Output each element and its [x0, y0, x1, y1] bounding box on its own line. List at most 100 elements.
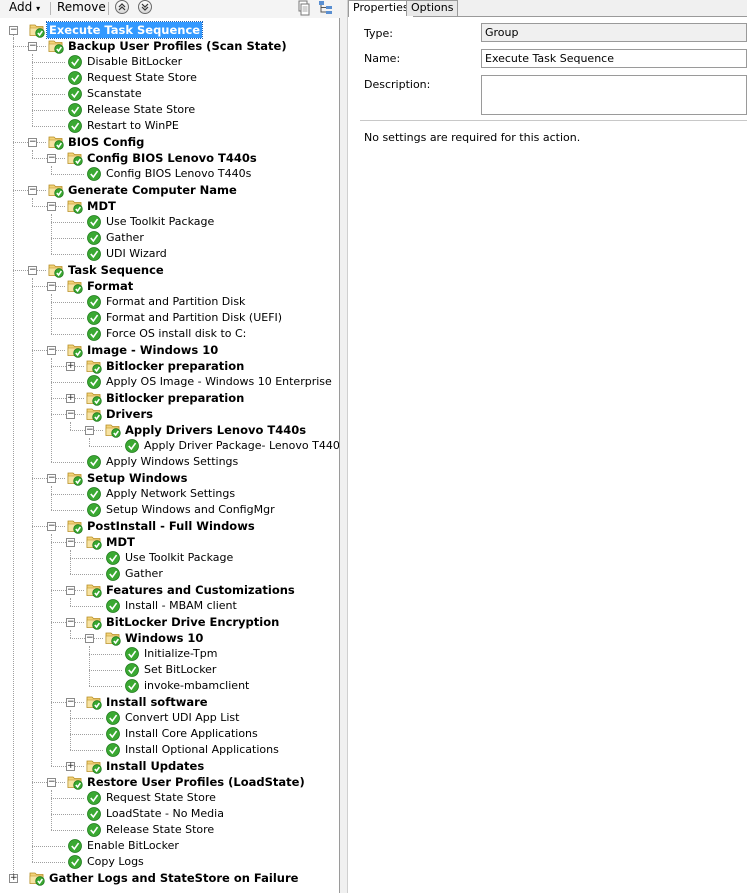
- tree-item-label: Drivers: [106, 407, 153, 421]
- tree-connector-line: [70, 606, 103, 607]
- collapse-toggle-icon[interactable]: −: [28, 138, 37, 147]
- tree-connector-line: [51, 510, 84, 511]
- add-button-label: Add: [9, 0, 33, 14]
- tree-connector-line: [51, 462, 84, 463]
- check-circle-icon: [86, 502, 102, 518]
- folder-check-icon: [86, 758, 102, 774]
- collapse-toggle-icon[interactable]: −: [9, 26, 18, 35]
- toolbar-separator: [50, 2, 51, 15]
- tree-item-label: Backup User Profiles (Scan State): [68, 39, 287, 53]
- task-sequence-tree[interactable]: Execute Task Sequence − Backup User Profil…: [0, 18, 339, 893]
- tree-item-label: Force OS install disk to C:: [106, 327, 247, 340]
- task-sequence-tree-pane[interactable]: Execute Task Sequence − Backup User Profil…: [0, 18, 340, 893]
- collapse-toggle-icon[interactable]: −: [66, 618, 75, 627]
- check-circle-icon: [86, 230, 102, 246]
- collapse-toggle-icon[interactable]: −: [85, 634, 94, 643]
- tree-item-label: Gather: [125, 567, 163, 580]
- tree-item-label: MDT: [87, 199, 116, 213]
- tree-item-label: Use Toolkit Package: [125, 551, 234, 564]
- folder-check-icon: [48, 262, 64, 278]
- tree-connector-line: [32, 126, 65, 127]
- remove-button[interactable]: Remove: [54, 0, 109, 16]
- tree-item-label: Apply Windows Settings: [106, 455, 239, 468]
- collapse-toggle-icon[interactable]: −: [66, 410, 75, 419]
- collapse-toggle-icon[interactable]: −: [47, 346, 56, 355]
- settings-note: No settings are required for this action…: [364, 131, 581, 144]
- description-field[interactable]: [481, 75, 747, 115]
- folder-check-icon: [86, 358, 102, 374]
- expand-toggle-icon[interactable]: +: [66, 762, 75, 771]
- check-circle-icon: [86, 166, 102, 182]
- check-circle-icon: [105, 742, 121, 758]
- tree-item-label: Gather Logs and StateStore on Failure: [49, 871, 299, 885]
- pane-splitter[interactable]: [340, 0, 348, 893]
- tab-properties[interactable]: Properties: [348, 0, 414, 17]
- check-circle-icon: [67, 54, 83, 70]
- tree-item-label: LoadState - No Media: [106, 807, 224, 820]
- description-label: Description:: [364, 78, 431, 91]
- collapse-toggle-icon[interactable]: −: [85, 426, 94, 435]
- collapse-toggle-icon[interactable]: −: [28, 266, 37, 275]
- folder-check-icon: [86, 390, 102, 406]
- collapse-toggle-icon[interactable]: −: [47, 282, 56, 291]
- tree-view-icon[interactable]: [318, 0, 334, 16]
- dropdown-arrow-icon: ▾: [36, 4, 41, 13]
- expand-toggle-icon[interactable]: +: [9, 874, 18, 883]
- move-down-button[interactable]: [138, 0, 152, 14]
- tree-connector-line: [32, 862, 65, 863]
- name-field[interactable]: Execute Task Sequence: [481, 49, 747, 68]
- collapse-toggle-icon[interactable]: −: [47, 778, 56, 787]
- check-circle-icon: [86, 486, 102, 502]
- tree-item-label: Config BIOS Lenovo T440s: [106, 167, 252, 180]
- tree-connector-line: [32, 846, 65, 847]
- folder-check-icon: [67, 198, 83, 214]
- tree-item-label: Install software: [106, 695, 208, 709]
- tree-connector-line: [70, 718, 103, 719]
- check-circle-icon: [67, 118, 83, 134]
- tree-connector-line: [51, 294, 52, 334]
- tree-item-label: Install Core Applications: [125, 727, 258, 740]
- tree-connector-line: [51, 798, 84, 799]
- tree-connector-line: [89, 446, 122, 447]
- folder-check-icon: [67, 774, 83, 790]
- check-circle-icon: [105, 726, 121, 742]
- collapse-toggle-icon[interactable]: −: [66, 538, 75, 547]
- tree-connector-line: [89, 654, 122, 655]
- tree-item-label: Task Sequence: [68, 263, 164, 277]
- tree-item-label: Restart to WinPE: [87, 119, 179, 132]
- expand-toggle-icon[interactable]: +: [66, 394, 75, 403]
- folder-check-icon: [86, 694, 102, 710]
- copy-icon[interactable]: [295, 0, 311, 16]
- tree-item-label: Request State Store: [87, 71, 197, 84]
- collapse-toggle-icon[interactable]: −: [47, 202, 56, 211]
- collapse-toggle-icon[interactable]: −: [47, 522, 56, 531]
- collapse-toggle-icon[interactable]: −: [28, 186, 37, 195]
- collapse-toggle-icon[interactable]: −: [66, 698, 75, 707]
- expand-toggle-icon[interactable]: +: [66, 362, 75, 371]
- check-circle-icon: [86, 822, 102, 838]
- folder-check-icon: [86, 582, 102, 598]
- folder-check-icon: [48, 182, 64, 198]
- tree-item-label: Use Toolkit Package: [106, 215, 215, 228]
- tree-connector-line: [89, 686, 122, 687]
- tree-item-label: BitLocker Drive Encryption: [106, 615, 280, 629]
- tab-options[interactable]: Options: [406, 0, 459, 16]
- tree-connector-line: [70, 630, 71, 638]
- tree-connector-line: [32, 78, 65, 79]
- collapse-toggle-icon[interactable]: −: [28, 42, 37, 51]
- folder-check-icon: [86, 406, 102, 422]
- tree-item-label: Disable BitLocker: [87, 55, 183, 68]
- collapse-toggle-icon[interactable]: −: [66, 586, 75, 595]
- tree-item-label: Convert UDI App List: [125, 711, 240, 724]
- collapse-toggle-icon[interactable]: −: [47, 474, 56, 483]
- tree-connector-line: [32, 110, 65, 111]
- collapse-toggle-icon[interactable]: −: [47, 154, 56, 163]
- tree-connector-line: [70, 598, 71, 606]
- check-circle-icon: [105, 598, 121, 614]
- check-circle-icon: [86, 806, 102, 822]
- check-circle-icon: [67, 854, 83, 870]
- move-up-button[interactable]: [115, 0, 129, 14]
- tree-connector-line: [70, 550, 71, 574]
- add-button[interactable]: Add ▾: [6, 0, 43, 16]
- folder-check-icon: [29, 22, 45, 38]
